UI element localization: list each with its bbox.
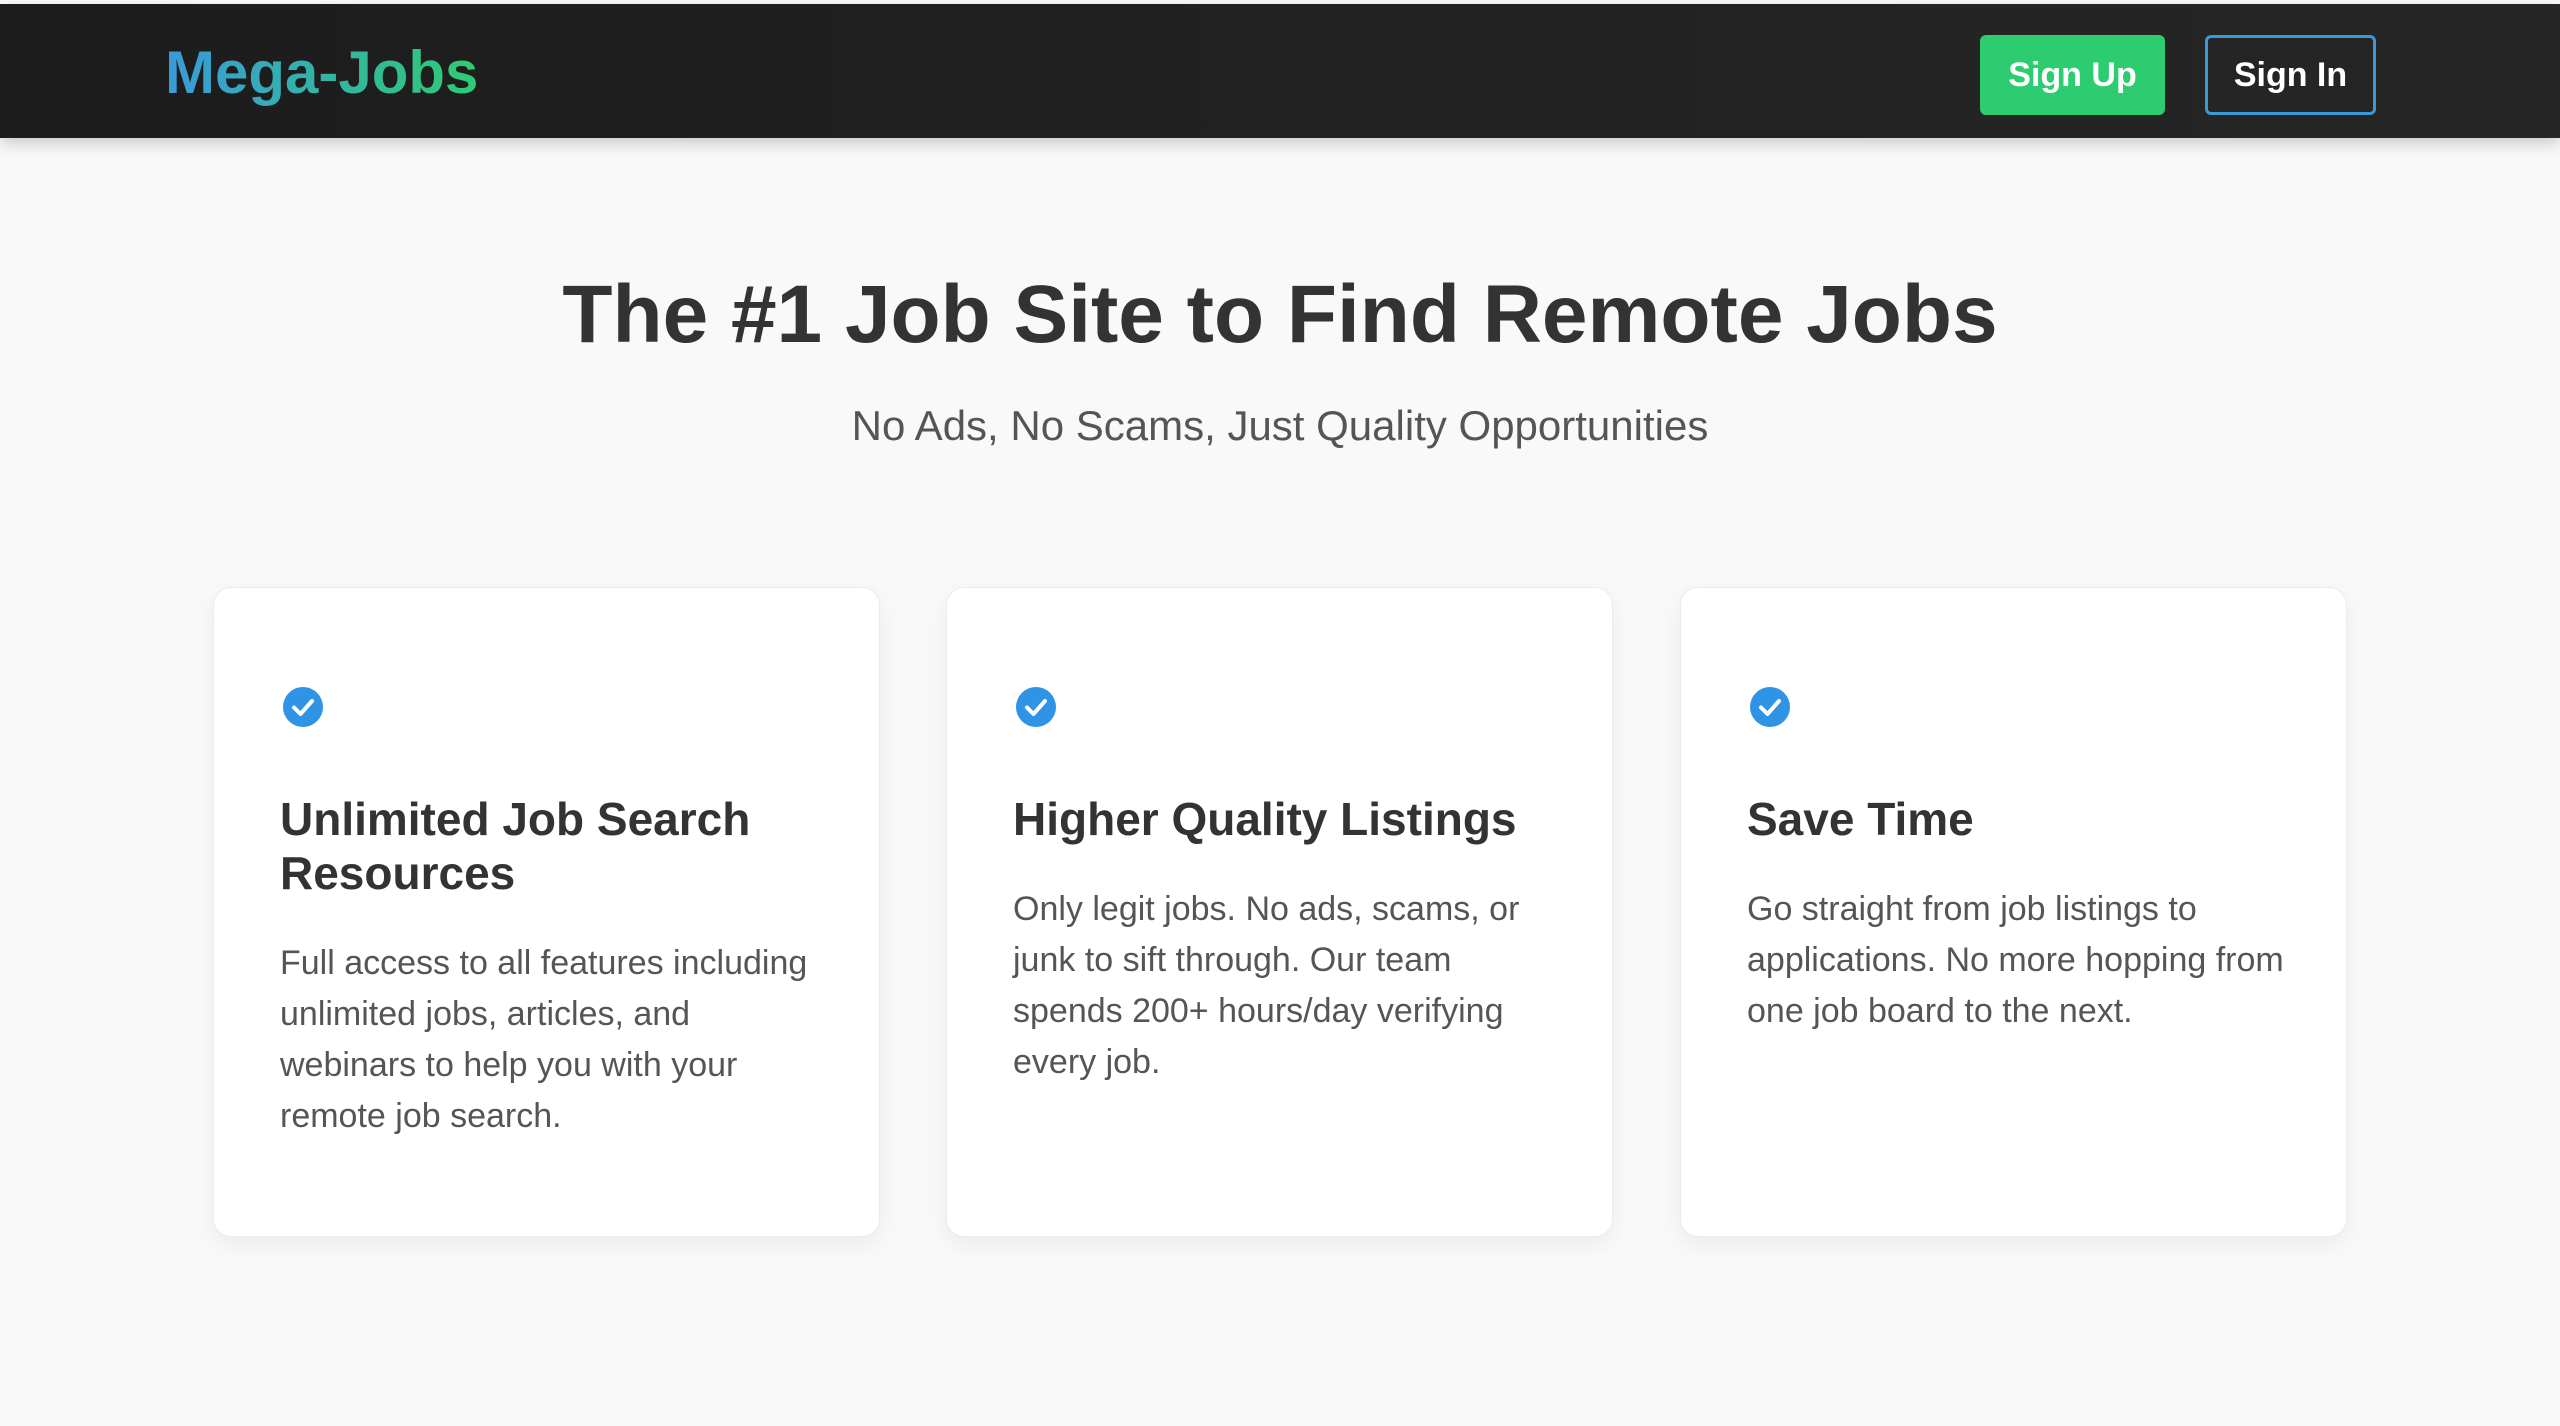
feature-card-title: Higher Quality Listings bbox=[1013, 793, 1517, 845]
check-circle-icon bbox=[1750, 687, 1790, 727]
check-circle-icon bbox=[1016, 687, 1056, 727]
feature-card-text: Full access to all features including un… bbox=[280, 944, 808, 1135]
top-navbar: Mega-Jobs Sign Up Sign In bbox=[0, 4, 2560, 138]
check-circle-icon bbox=[283, 687, 323, 727]
hero-title: The #1 Job Site to Find Remote Jobs bbox=[562, 269, 1998, 360]
site-logo[interactable]: Mega-Jobs bbox=[165, 38, 478, 108]
sign-in-button[interactable]: Sign In bbox=[2205, 35, 2376, 115]
feature-card-unlimited-resources: Unlimited Job Search Resources Full acce… bbox=[213, 587, 880, 1237]
feature-card-save-time: Save Time Go straight from job listings … bbox=[1680, 587, 2347, 1237]
feature-card-text: Go straight from job listings to applica… bbox=[1747, 890, 2284, 1030]
feature-card-text: Only legit jobs. No ads, scams, or junk … bbox=[1013, 890, 1520, 1081]
feature-card-title: Save Time bbox=[1747, 793, 1974, 845]
hero-subtitle: No Ads, No Scams, Just Quality Opportuni… bbox=[851, 402, 1709, 449]
sign-up-button[interactable]: Sign Up bbox=[1980, 35, 2165, 115]
feature-card-quality-listings: Higher Quality Listings Only legit jobs.… bbox=[946, 587, 1613, 1237]
feature-card-title: Unlimited Job Search Resources bbox=[280, 793, 751, 899]
